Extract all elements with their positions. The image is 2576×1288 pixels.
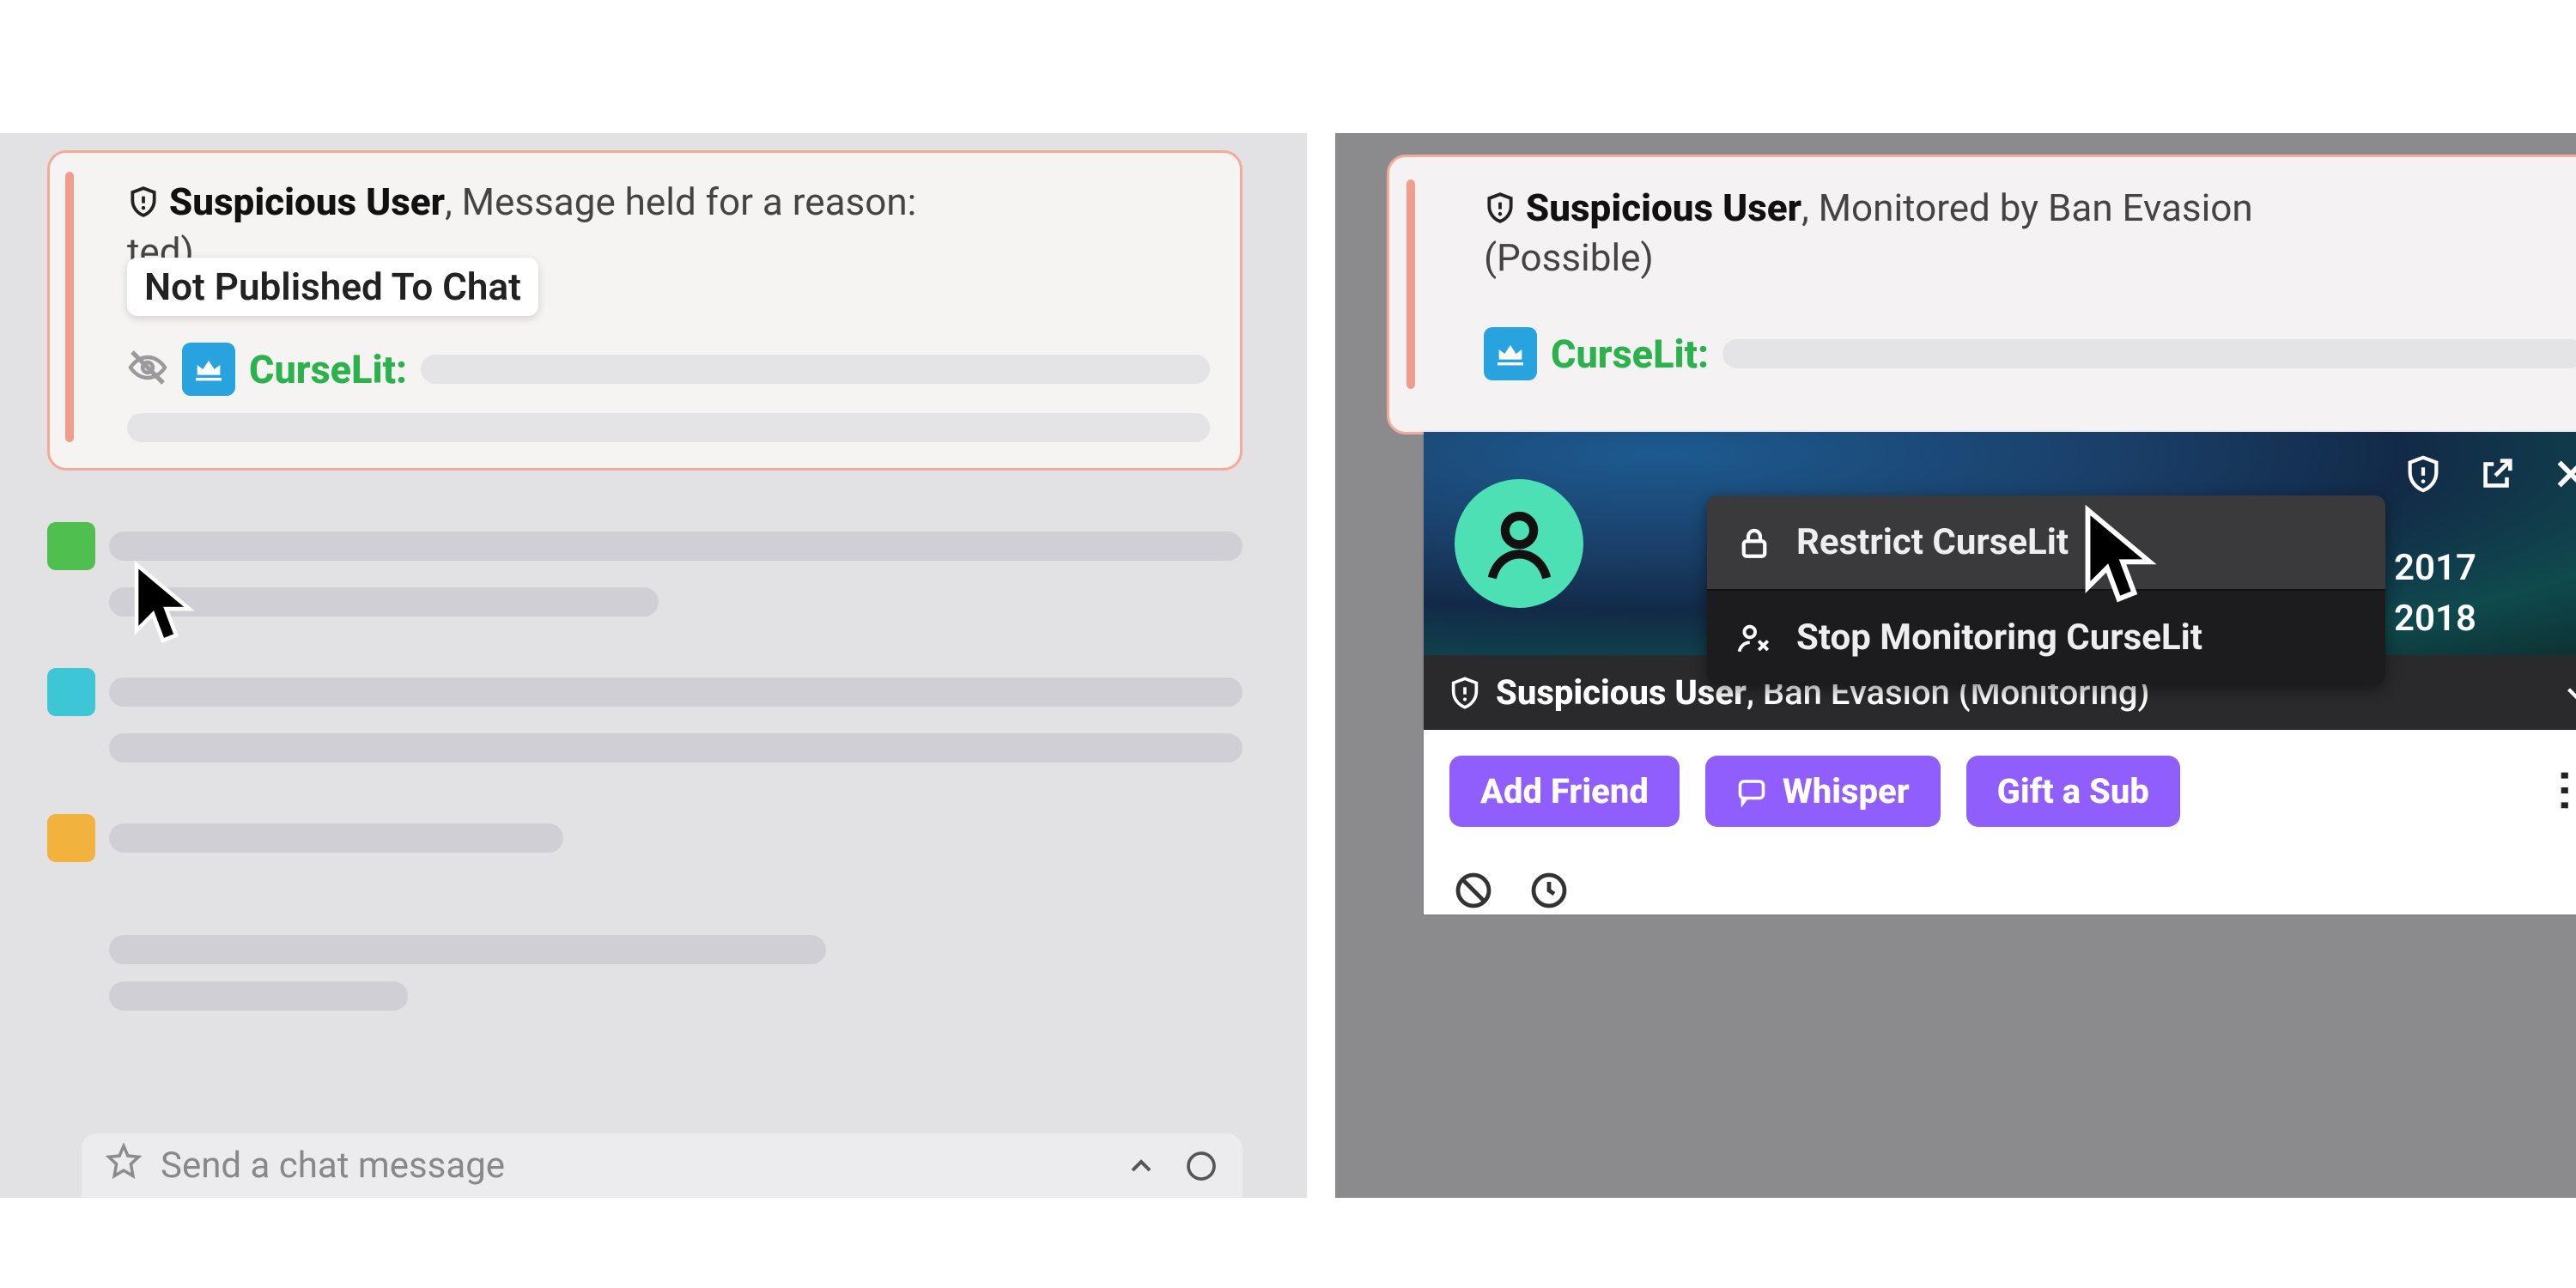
- menu-stop-label: Stop Monitoring CurseLit: [1796, 617, 2202, 659]
- user-badge-orange-icon: [47, 814, 95, 862]
- cursor-icon: [2075, 502, 2170, 622]
- user-x-icon: [1736, 620, 1772, 656]
- chat-icon: [1736, 776, 1767, 807]
- flag-title-rest: , Monitored by Ban Evasion: [1801, 185, 2253, 230]
- chat-placeholder: [109, 823, 563, 853]
- menu-restrict-user[interactable]: Restrict CurseLit: [1707, 495, 2385, 589]
- hidden-eye-icon[interactable]: [127, 347, 168, 392]
- user-card-actions: Add Friend Whisper Gift a Sub ⋯: [1424, 730, 2576, 853]
- star-icon: [106, 1143, 142, 1188]
- cursor-icon: [125, 558, 207, 660]
- flag-subline: (Possible): [1484, 235, 2576, 280]
- menu-stop-monitoring[interactable]: Stop Monitoring CurseLit: [1707, 591, 2385, 684]
- user-badge-teal-icon: [47, 668, 95, 716]
- whisper-button[interactable]: Whisper: [1705, 756, 1941, 827]
- avatar[interactable]: [1455, 479, 1583, 608]
- chat-placeholder: [109, 532, 1242, 561]
- caret-up-icon[interactable]: [1124, 1149, 1158, 1183]
- shield-alert-icon: [1484, 191, 1516, 224]
- chat-placeholder: [109, 935, 826, 964]
- flagged-message-card: Suspicious User, Message held for a reas…: [47, 150, 1242, 471]
- year-label-a: 2017: [2394, 544, 2476, 594]
- flag-title-bold: Suspicious User: [169, 179, 445, 224]
- year-label-b: 2018: [2394, 594, 2476, 645]
- shield-icon[interactable]: [2403, 454, 2443, 494]
- emoji-icon[interactable]: [1184, 1149, 1218, 1183]
- flagged-message-card: Suspicious User, Monitored by Ban Evasio…: [1387, 155, 2576, 434]
- add-friend-button[interactable]: Add Friend: [1449, 756, 1680, 827]
- left-panel: Suspicious User, Message held for a reas…: [0, 133, 1307, 1198]
- shield-alert-icon: [1448, 676, 1482, 710]
- chat-placeholder: [109, 733, 1242, 762]
- shield-alert-icon: [127, 185, 160, 218]
- more-menu-button[interactable]: ⋯: [2540, 769, 2576, 815]
- broadcaster-badge-icon: [1484, 327, 1537, 380]
- user-badge-green-icon: [47, 522, 95, 570]
- chat-placeholder: [109, 981, 408, 1011]
- menu-restrict-label: Restrict CurseLit: [1796, 521, 2069, 563]
- user-card: 2017 2018 Restrict CurseLit Stop Monitor…: [1424, 432, 2576, 914]
- lock-icon: [1736, 525, 1772, 561]
- timeout-icon[interactable]: [1528, 870, 1570, 914]
- message-placeholder: [421, 355, 1210, 384]
- message-placeholder: [1722, 339, 2576, 368]
- broadcaster-badge-icon: [182, 343, 235, 396]
- chevron-down-icon[interactable]: [2561, 678, 2576, 708]
- username-label[interactable]: CurseLit:: [249, 347, 407, 392]
- message-placeholder-line: [127, 413, 1210, 442]
- compose-input[interactable]: Send a chat message: [82, 1133, 1242, 1198]
- context-menu: Restrict CurseLit Stop Monitoring CurseL…: [1707, 495, 2385, 684]
- compose-placeholder-text: Send a chat message: [161, 1145, 505, 1187]
- flag-title-rest: , Message held for a reason:: [445, 179, 916, 224]
- popout-icon[interactable]: [2477, 454, 2517, 494]
- ban-icon[interactable]: [1453, 870, 1494, 914]
- username-label[interactable]: CurseLit:: [1551, 331, 1709, 377]
- close-icon[interactable]: [2551, 454, 2576, 494]
- right-panel: Suspicious User, Monitored by Ban Evasio…: [1335, 133, 2576, 1198]
- chat-placeholder: [109, 677, 1242, 707]
- user-card-banner: 2017 2018 Restrict CurseLit Stop Monitor…: [1424, 432, 2576, 655]
- not-published-tooltip: Not Published To Chat: [127, 258, 538, 316]
- flag-title-bold: Suspicious User: [1526, 185, 1801, 230]
- gift-sub-button[interactable]: Gift a Sub: [1966, 756, 2180, 827]
